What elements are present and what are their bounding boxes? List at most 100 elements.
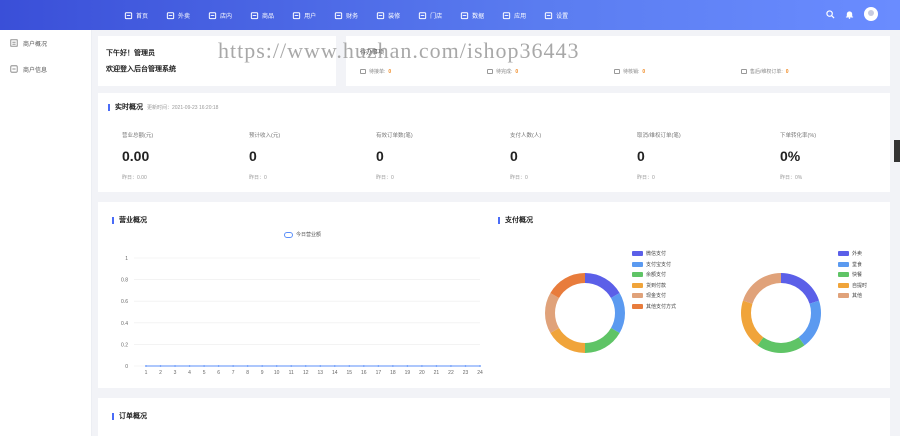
x-tick-label: 2 [159, 370, 162, 376]
data-point[interactable] [348, 365, 351, 367]
data-point[interactable] [232, 365, 235, 367]
legend-item[interactable]: 自提时 [838, 282, 867, 289]
data-point[interactable] [333, 365, 336, 367]
finance-icon [334, 11, 343, 19]
legend-item[interactable]: 外卖 [838, 250, 862, 257]
legend-item[interactable]: 堂食 [838, 261, 862, 268]
data-point[interactable] [159, 365, 162, 367]
x-tick-label: 24 [477, 370, 483, 376]
nav-item-9[interactable]: 应用 [493, 0, 535, 30]
x-tick-label: 9 [261, 370, 264, 376]
data-point[interactable] [435, 365, 438, 367]
home-icon [124, 11, 133, 19]
legend-label: 余额支付 [646, 272, 667, 278]
legend-label: 自提时 [852, 282, 868, 289]
stat-5: 下单转化率(%) 0% 昨日：0% [780, 131, 890, 181]
donut-slice[interactable] [545, 293, 560, 333]
donut-slice[interactable] [585, 328, 620, 353]
update-time: 更新时间：2021-09-23 16:20:18 [147, 105, 219, 111]
order-icon [614, 69, 620, 74]
data-point[interactable] [188, 365, 191, 367]
donut-slice[interactable] [550, 273, 585, 298]
legend-label: 支付宝支付 [646, 261, 672, 268]
y-tick-label: 0.4 [121, 321, 128, 327]
nav-item-4[interactable]: 用户 [283, 0, 325, 30]
data-point[interactable] [275, 365, 278, 367]
data-point[interactable] [174, 365, 176, 367]
data-point[interactable] [377, 365, 380, 367]
dine-in-icon [208, 11, 217, 19]
store-icon [418, 11, 427, 19]
todo-label: 待完成: [496, 69, 513, 75]
x-tick-label: 19 [405, 370, 411, 376]
legend-item[interactable]: 其他支付方式 [632, 303, 676, 310]
stat-2: 有效订单数(笔) 0 昨日：0 [376, 131, 486, 181]
legend-item[interactable]: 现金支付 [632, 292, 666, 299]
data-point[interactable] [421, 365, 423, 367]
donut-slice[interactable] [798, 300, 821, 346]
legend-item[interactable]: 微信支付 [632, 250, 666, 257]
line-legend[interactable]: 今日营业额 [284, 231, 321, 238]
data-point[interactable] [319, 365, 322, 367]
nav-item-7[interactable]: 门店 [409, 0, 451, 30]
donut-slice[interactable] [610, 293, 625, 333]
donut-slice[interactable] [550, 328, 585, 353]
todo-item-pending[interactable]: 待接单: 0 [360, 68, 391, 75]
y-tick-label: 0.2 [121, 342, 128, 348]
donut-slice[interactable] [781, 273, 820, 304]
nav-item-2[interactable]: 店内 [199, 0, 241, 30]
nav-item-0[interactable]: 首页 [115, 0, 157, 30]
legend-label: 其他支付方式 [646, 303, 677, 310]
legend-label: 微信支付 [646, 251, 667, 257]
legend-item[interactable]: 快餐 [838, 271, 862, 278]
stat-1: 预计收入(元) 0 昨日：0 [249, 131, 359, 181]
order-type-donut [741, 273, 821, 353]
data-point[interactable] [246, 365, 249, 367]
stat-label: 取消/维权订单(笔) [637, 133, 681, 139]
nav-item-5[interactable]: 财务 [325, 0, 367, 30]
stat-yesterday: 昨日：0 [637, 175, 655, 181]
legend-swatch [838, 282, 849, 288]
data-point[interactable] [479, 365, 481, 367]
data-point[interactable] [450, 365, 452, 367]
data-point[interactable] [391, 365, 394, 367]
data-point[interactable] [290, 365, 293, 367]
donut-slice[interactable] [741, 300, 764, 346]
legend-item[interactable]: 余额支付 [632, 271, 666, 278]
legend-label: 货到付款 [646, 282, 667, 289]
data-point[interactable] [261, 365, 264, 367]
search-icon[interactable] [826, 9, 835, 19]
avatar[interactable] [864, 7, 878, 21]
legend-swatch [632, 282, 643, 288]
x-tick-label: 8 [246, 370, 249, 376]
data-point[interactable] [406, 365, 409, 367]
todo-item-aftersale[interactable]: 售后/维权订单: 0 [741, 68, 789, 75]
legend-item[interactable]: 货到付款 [632, 282, 666, 289]
legend-item[interactable]: 支付宝支付 [632, 261, 671, 268]
y-tick-label: 1 [125, 256, 128, 262]
legend-swatch [838, 261, 849, 267]
bell-icon[interactable] [845, 10, 854, 19]
legend-swatch [632, 272, 643, 277]
nav-item-10[interactable]: 设置 [535, 0, 577, 30]
legend-item[interactable]: 其他 [838, 292, 862, 299]
data-point[interactable] [145, 365, 147, 367]
data-point[interactable] [362, 365, 365, 367]
donut-slice[interactable] [585, 273, 620, 298]
nav-item-8[interactable]: 数据 [451, 0, 493, 30]
data-point[interactable] [464, 365, 467, 367]
nav-item-6[interactable]: 装修 [367, 0, 409, 30]
donut-slice[interactable] [742, 273, 781, 304]
side-scroll-handle[interactable] [894, 140, 900, 162]
donut-slice[interactable] [757, 337, 805, 353]
data-point[interactable] [217, 365, 220, 367]
nav-item-3[interactable]: 商品 [241, 0, 283, 30]
stat-yesterday: 昨日：0 [249, 175, 267, 181]
data-point[interactable] [304, 365, 307, 367]
nav-item-1[interactable]: 外卖 [157, 0, 199, 30]
todo-item-incomplete[interactable]: 待完成: 0 [487, 68, 518, 75]
sidebar-item-overview[interactable]: 商户概况 [0, 30, 91, 56]
data-point[interactable] [203, 365, 205, 367]
sidebar-item-info[interactable]: 商户信息 [0, 56, 91, 82]
todo-item-verify[interactable]: 待核销: 0 [614, 68, 645, 75]
